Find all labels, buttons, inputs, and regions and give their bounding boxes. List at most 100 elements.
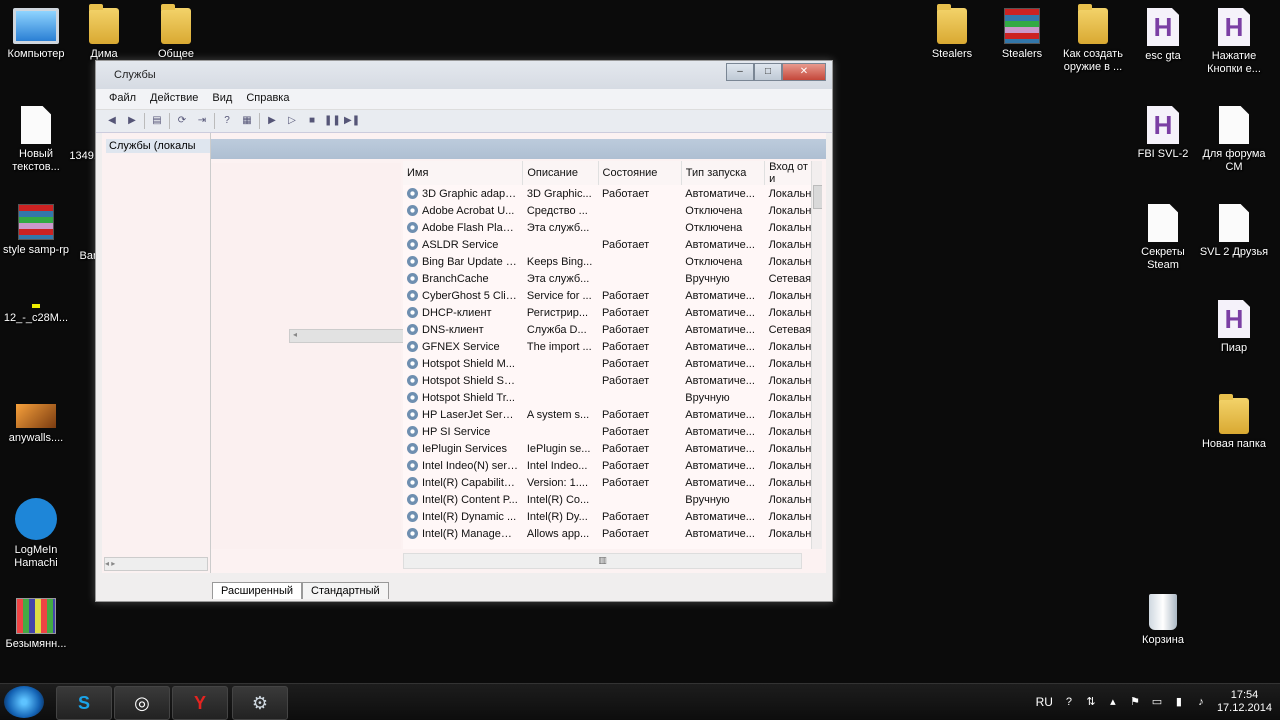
minimize-button[interactable]: ‒ (726, 63, 754, 81)
desktop-icon[interactable]: Как создать оружие в ... (1057, 4, 1129, 74)
table-row[interactable]: DNS-клиент Служба D... Работает Автоматиче.… (403, 321, 822, 338)
table-row[interactable]: BranchCache Эта служб... Вручную Сетевая (403, 270, 822, 287)
cell-text: Работает (602, 289, 650, 302)
tab-standard[interactable]: Стандартный (302, 582, 389, 599)
help-icon[interactable]: ? (219, 114, 235, 128)
table-row[interactable]: GFNEX Service The import ... Работает Автом… (403, 338, 822, 355)
network-drive-icon[interactable]: ⇅ (1085, 696, 1097, 708)
table-row[interactable]: Intel(R) Content P... Intel(R) Co... Вручн… (403, 491, 822, 508)
desktop-icon[interactable]: Для форума CM (1198, 106, 1270, 174)
table-row[interactable]: ASLDR Service Работает Автоматиче... Локаль… (403, 236, 822, 253)
table-row[interactable]: Hotspot Shield M... Работает Автоматиче...… (403, 355, 822, 372)
description-hscrollbar[interactable]: ◂ (289, 329, 404, 343)
tab-extended[interactable]: Расширенный (212, 582, 302, 599)
taskbar-steam-button[interactable]: ◎ (114, 686, 170, 720)
restart-service-icon[interactable]: ▶❚ (344, 114, 360, 128)
desktop-icon[interactable]: H Нажатие Кнопки е... (1198, 8, 1270, 76)
help-icon[interactable]: ? (1063, 696, 1075, 708)
table-row[interactable]: Bing Bar Update S... Keeps Bing... Отключе… (403, 253, 822, 270)
desktop-icon[interactable]: Новая папка (1198, 394, 1270, 451)
clock[interactable]: 17:54 17.12.2014 (1217, 689, 1272, 715)
window-titlebar[interactable]: Службы ‒ □ ✕ (96, 61, 832, 89)
pause-service-icon[interactable]: ❚❚ (324, 114, 341, 128)
table-row[interactable]: Intel(R) Managem... Allows app... Работает… (403, 525, 822, 542)
refresh-icon[interactable]: ⟳ (174, 114, 190, 128)
cell-text: Работает (602, 357, 650, 370)
table-row[interactable]: IePlugin Services IePlugin se... Работает А… (403, 440, 822, 457)
service-gear-icon (407, 323, 418, 335)
desktop-icon[interactable]: LogMeIn Hamachi (0, 498, 72, 570)
scroll-thumb[interactable] (813, 185, 822, 209)
cell-text: Локальн (768, 255, 812, 268)
export-icon[interactable]: ⇥ (194, 114, 210, 128)
start-service-icon[interactable]: ▶ (264, 114, 280, 128)
flag-icon[interactable]: ⚑ (1129, 696, 1141, 708)
signal-icon[interactable]: ▮ (1173, 696, 1185, 708)
column-startup-type[interactable]: Тип запуска (681, 161, 766, 185)
column-status[interactable]: Состояние (598, 161, 682, 185)
desktop-icon[interactable]: Hesc gta (1127, 8, 1199, 63)
tree-node-services[interactable]: Службы (локалы (106, 139, 210, 153)
table-row[interactable]: Intel(R) Capability ... Version: 1.... Раб… (403, 474, 822, 491)
table-row[interactable]: Adobe Flash Playe... Эта служб... Отключен… (403, 219, 822, 236)
stop-service-icon[interactable]: ■ (304, 114, 320, 128)
icon-label: Пиар (1220, 342, 1248, 354)
close-button[interactable]: ✕ (782, 63, 826, 81)
desktop-icon[interactable]: Безымянн... (0, 598, 72, 651)
show-tree-icon[interactable]: ▤ (149, 114, 165, 128)
table-cell: HP SI Service (403, 423, 523, 440)
desktop-icon[interactable]: Stealers (916, 4, 988, 61)
desktop-icon[interactable]: H FBI SVL-2 (1127, 106, 1199, 161)
table-row[interactable]: Adobe Acrobat U... Средство ... Отключена Л… (403, 202, 822, 219)
folder-icon (937, 4, 967, 44)
desktop-icon[interactable]: Общее (140, 4, 212, 61)
table-row[interactable]: CyberGhost 5 Clie... Service for ... Работ… (403, 287, 822, 304)
menu-action[interactable]: Действие (143, 89, 205, 109)
maximize-button[interactable]: □ (754, 63, 782, 81)
icon-label: Безымянн... (5, 638, 67, 650)
table-row[interactable]: 3D Graphic adapte... 3D Graphic... Работае… (403, 185, 822, 202)
back-icon[interactable]: ◀ (104, 114, 120, 128)
desktop-icon[interactable]: Stealers (986, 8, 1058, 61)
table-row[interactable]: HP SI Service Работает Автоматиче... Локаль… (403, 423, 822, 440)
column-name[interactable]: Имя (403, 161, 524, 185)
desktop-icon[interactable]: style samp-rp (0, 204, 72, 257)
table-row[interactable]: Intel Indeo(N) serv... Intel Indeo... Рабо… (403, 457, 822, 474)
table-row[interactable]: Intel(R) Dynamic ... Intel(R) Dy... Работа… (403, 508, 822, 525)
table-row[interactable]: Hotspot Shield Tr... Вручную Локальн (403, 389, 822, 406)
desktop-icon[interactable]: H Пиар (1198, 300, 1270, 355)
power-icon[interactable]: ▭ (1151, 696, 1163, 708)
desktop-icon[interactable]: Дима (68, 4, 140, 61)
show-hidden-icons[interactable]: ▴ (1107, 696, 1119, 708)
desktop-icon[interactable]: Секреты Steam (1127, 204, 1199, 272)
desktop-icon[interactable]: 12_-_c28M... (0, 304, 72, 325)
icon-label: esc gta (1145, 50, 1181, 62)
desktop-icon[interactable]: Корзина (1127, 594, 1199, 647)
menu-view[interactable]: Вид (205, 89, 239, 109)
desktop-icon[interactable]: anywalls.... (0, 404, 72, 445)
language-indicator[interactable]: RU (1036, 695, 1053, 709)
menu-file[interactable]: Файл (102, 89, 143, 109)
table-row[interactable]: HP LaserJet Service A system s... Работает… (403, 406, 822, 423)
taskbar-yandex-button[interactable]: Y (172, 686, 228, 720)
services-hscrollbar[interactable]: ▥ (403, 553, 802, 569)
services-vscrollbar[interactable] (811, 161, 822, 549)
start-button[interactable] (4, 686, 44, 718)
column-description[interactable]: Описание (522, 161, 599, 185)
taskbar-services-button[interactable]: ⚙ (232, 686, 288, 720)
taskbar-skype-button[interactable]: S (56, 686, 112, 720)
table-row[interactable]: Hotspot Shield Ser... Работает Автоматиче.… (403, 372, 822, 389)
doc-icon (1148, 204, 1178, 242)
tree-hscrollbar[interactable]: ◂ ▸ (104, 557, 208, 571)
volume-icon[interactable]: ♪ (1195, 696, 1207, 708)
start-service-alt-icon[interactable]: ▷ (284, 114, 300, 128)
desktop-icon[interactable]: Новый текстов... (0, 106, 72, 174)
cell-text: Локальн (768, 204, 812, 217)
menu-help[interactable]: Справка (239, 89, 296, 109)
table-row[interactable]: DHCP-клиент Регистрир... Работает Автоматич… (403, 304, 822, 321)
forward-icon[interactable]: ▶ (124, 114, 140, 128)
cell-text: Intel(R) Managem... (422, 527, 520, 540)
desktop-icon[interactable]: SVL 2 Друзья (1198, 204, 1270, 259)
properties-icon[interactable]: ▦ (239, 114, 255, 128)
desktop-icon[interactable]: Компьютер (0, 8, 72, 61)
